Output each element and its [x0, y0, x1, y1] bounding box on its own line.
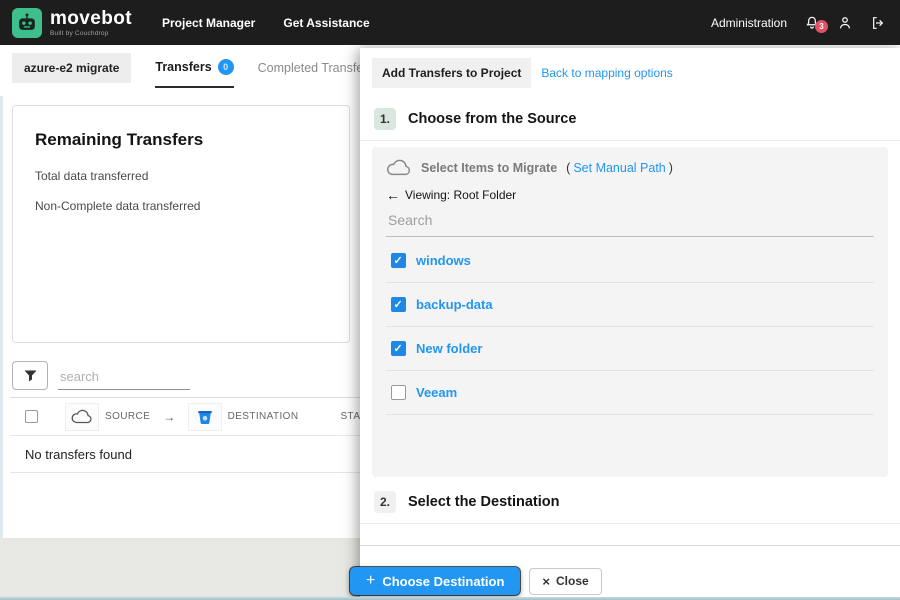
notification-count-badge: 3 [815, 19, 828, 33]
source-picker: Select Items to Migrate ( Set Manual Pat… [372, 147, 888, 477]
movebot-logo-icon [12, 7, 42, 38]
divider [360, 140, 900, 141]
screen: movebot Built by Couchdrop Project Manag… [0, 0, 900, 600]
footer-divider [360, 545, 900, 546]
item-checkbox[interactable] [391, 341, 406, 356]
close-button[interactable]: × Close [529, 567, 602, 595]
nav-administration[interactable]: Administration [711, 16, 787, 30]
transfers-table: SOURCE → DESTINATION STATUS No transfers… [10, 397, 380, 473]
transfers-count-badge: 0 [217, 59, 234, 75]
source-item-row[interactable]: New folder [386, 327, 874, 371]
step-2-header: 2. Select the Destination [360, 491, 900, 513]
back-to-mapping-link[interactable]: Back to mapping options [541, 66, 672, 80]
total-data-transferred-label: Total data transferred [35, 169, 149, 183]
step-1-number: 1. [374, 108, 396, 130]
close-icon: × [542, 573, 551, 589]
empty-table-message: No transfers found [10, 436, 360, 473]
main-nav: Project Manager Get Assistance [162, 16, 370, 30]
tab-completed-transfers[interactable]: Completed Transfers 0 [258, 48, 362, 88]
divider [360, 523, 900, 524]
arrow-right-icon: → [163, 409, 176, 424]
step-1-title: Choose from the Source [408, 111, 577, 127]
destination-bucket-icon [187, 402, 222, 431]
footer-area [0, 538, 360, 600]
notifications-bell-icon[interactable]: 3 [804, 15, 828, 33]
source-items-list: windows backup-data New folder Veeam [386, 239, 874, 415]
item-label[interactable]: windows [416, 253, 471, 268]
set-manual-path-link[interactable]: Set Manual Path [573, 161, 665, 175]
plus-icon: + [366, 572, 376, 589]
step-2-number: 2. [374, 491, 396, 513]
column-destination: DESTINATION [227, 411, 299, 422]
viewing-label: Viewing: Root Folder [405, 188, 517, 202]
tab-completed-label: Completed Transfers [257, 61, 362, 75]
viewing-path: ← Viewing: Root Folder [386, 187, 874, 203]
noncomplete-data-transferred-label: Non-Complete data transferred [35, 199, 201, 213]
project-tabs: azure-e2 migrate Transfers 0 Completed T… [0, 48, 362, 88]
tab-transfers[interactable]: Transfers 0 [155, 48, 234, 88]
logout-icon[interactable] [870, 15, 886, 31]
table-header: SOURCE → DESTINATION STATUS [10, 398, 380, 436]
back-arrow-icon[interactable]: ← [386, 187, 400, 203]
column-source: SOURCE [105, 411, 151, 422]
select-all-checkbox[interactable] [25, 410, 38, 423]
user-icon[interactable] [837, 15, 853, 31]
brand-name: movebot [50, 7, 132, 29]
item-label[interactable]: backup-data [416, 297, 493, 312]
funnel-icon [24, 369, 36, 381]
filter-row [12, 361, 190, 390]
choose-destination-button[interactable]: + Choose Destination [350, 567, 521, 595]
items-search-input[interactable] [386, 203, 874, 237]
tab-transfers-label: Transfers [155, 60, 212, 74]
project-name-chip[interactable]: azure-e2 migrate [12, 53, 132, 83]
remaining-transfers-card: Remaining Transfers Total data transferr… [12, 105, 350, 343]
add-transfers-panel: Add Transfers to Project Back to mapping… [350, 48, 900, 600]
source-item-row[interactable]: Veeam [386, 371, 874, 415]
item-checkbox[interactable] [391, 253, 406, 268]
panel-title: Add Transfers to Project [372, 58, 532, 88]
item-label[interactable]: New folder [416, 341, 482, 356]
top-navbar: movebot Built by Couchdrop Project Manag… [0, 0, 900, 45]
item-checkbox[interactable] [391, 385, 406, 400]
select-items-heading: Select Items to Migrate [421, 160, 558, 175]
nav-get-assistance[interactable]: Get Assistance [283, 16, 369, 30]
source-item-row[interactable]: backup-data [386, 283, 874, 327]
card-title: Remaining Transfers [35, 130, 204, 149]
brand[interactable]: movebot Built by Couchdrop [12, 7, 132, 38]
item-label[interactable]: Veeam [416, 385, 457, 400]
cloud-icon [386, 159, 411, 176]
step-1-header: 1. Choose from the Source [360, 108, 900, 130]
transfers-search-input[interactable] [58, 364, 190, 390]
source-cloud-icon [65, 402, 99, 431]
step-2-title: Select the Destination [408, 494, 560, 510]
brand-tagline: Built by Couchdrop [50, 29, 109, 37]
item-checkbox[interactable] [391, 297, 406, 312]
filter-button[interactable] [12, 361, 48, 390]
source-item-row[interactable]: windows [386, 239, 874, 283]
page-left-edge [0, 96, 3, 538]
nav-project-manager[interactable]: Project Manager [162, 16, 255, 30]
